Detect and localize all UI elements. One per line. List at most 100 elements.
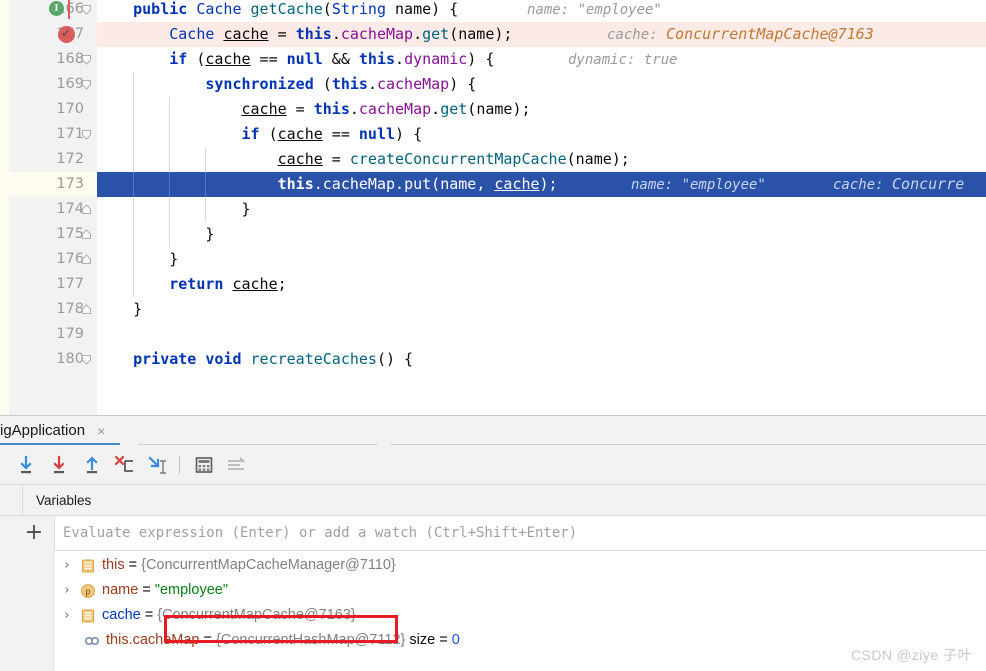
- fold-end-icon[interactable]: [80, 228, 93, 241]
- code-line-178[interactable]: 178 }: [0, 297, 986, 322]
- code-token: .: [313, 175, 323, 193]
- code-line-176[interactable]: 176 }: [0, 247, 986, 272]
- code-token: public: [133, 0, 197, 18]
- code-token: getCache: [250, 0, 323, 18]
- code-line-168[interactable]: 168 if (cache == null && this.dynamic) {…: [0, 47, 986, 72]
- fold-collapse-icon[interactable]: [80, 353, 93, 366]
- code-line-166[interactable]: 166 I public Cache getCache(String name) …: [0, 0, 986, 22]
- code-token: ) {: [467, 50, 495, 68]
- caret: [68, 0, 70, 19]
- variable-name: cache: [102, 607, 141, 623]
- code-text: cache = createConcurrentMapCache(name);: [97, 147, 630, 172]
- code-token: cacheMap: [358, 100, 432, 118]
- run-to-cursor-button[interactable]: [145, 453, 169, 477]
- code-line-171[interactable]: 171 if (cache == null) {: [0, 122, 986, 147]
- code-token: String: [331, 0, 396, 18]
- inline-hint-value: ConcurrentMapCache@7163: [666, 25, 874, 43]
- debug-session-tab[interactable]: igApplication ×: [0, 416, 120, 445]
- variable-row[interactable]: › p name = "employee": [54, 578, 986, 603]
- line-number: 177: [56, 276, 84, 292]
- close-icon[interactable]: ×: [97, 417, 105, 446]
- step-into-button[interactable]: [47, 453, 71, 477]
- code-token: name: [575, 150, 612, 168]
- code-line-172[interactable]: 172 cache = createConcurrentMapCache(nam…: [0, 147, 986, 172]
- code-text: if (cache == null && this.dynamic) {: [97, 47, 494, 72]
- code-text: }: [97, 247, 178, 272]
- code-token: (: [322, 75, 332, 93]
- fold-collapse-icon[interactable]: [80, 128, 93, 141]
- code-line-173[interactable]: 173 this.cacheMap.put(name, cache); name:…: [0, 172, 986, 197]
- variables-header: Variables: [0, 485, 986, 516]
- variable-text: this.cacheMap = {ConcurrentHashMap@7112}…: [106, 628, 460, 653]
- evaluate-expression-input[interactable]: Evaluate expression (Enter) or add a wat…: [54, 516, 986, 551]
- toolbar-separator: [179, 456, 180, 474]
- code-line-180[interactable]: 180 private void recreateCaches() {: [0, 347, 986, 372]
- variables-tree[interactable]: › this = {ConcurrentMapCacheManager@7110}…: [0, 551, 986, 671]
- variable-value: {ConcurrentHashMap@7112}: [216, 632, 406, 648]
- code-token: if: [169, 50, 197, 68]
- code-token: return: [169, 275, 233, 293]
- code-line-179[interactable]: 179: [0, 322, 986, 347]
- add-watch-button[interactable]: +: [22, 522, 46, 546]
- breakpoint-icon[interactable]: ✓: [58, 26, 75, 43]
- step-over-button[interactable]: [14, 453, 38, 477]
- evaluate-row: + Evaluate expression (Enter) or add a w…: [0, 516, 986, 551]
- edge-cell: [0, 97, 9, 122]
- debug-session-tab-label: igApplication: [0, 422, 86, 439]
- object-icon: [80, 608, 96, 624]
- code-token: (: [431, 175, 441, 193]
- variable-text: cache = {ConcurrentMapCache@7163}: [102, 603, 356, 628]
- variables-title: Variables: [36, 493, 92, 508]
- fold-end-icon[interactable]: [80, 203, 93, 216]
- evaluate-expression-button[interactable]: [192, 453, 216, 477]
- code-line-167[interactable]: 167✓ Cache cache = this.cacheMap.get(nam…: [0, 22, 986, 47]
- variable-name: name: [102, 582, 139, 598]
- code-line-177[interactable]: 177 return cache;: [0, 272, 986, 297]
- variable-text: name = "employee": [102, 578, 228, 603]
- variable-row[interactable]: this.cacheMap = {ConcurrentHashMap@7112}…: [54, 628, 986, 653]
- implementation-marker-icon[interactable]: I: [49, 1, 64, 16]
- fold-collapse-icon[interactable]: [80, 78, 93, 91]
- force-step-into-button[interactable]: [112, 453, 136, 477]
- code-token: put: [404, 175, 432, 193]
- code-line-174[interactable]: 174 }: [0, 197, 986, 222]
- code-text: }: [97, 197, 251, 222]
- variable-row[interactable]: › cache = {ConcurrentMapCache@7163}: [54, 603, 986, 628]
- expand-arrow-icon[interactable]: ›: [60, 553, 74, 578]
- variables-tree-gutter: [0, 551, 54, 671]
- code-editor[interactable]: 166 I public Cache getCache(String name) …: [0, 0, 986, 415]
- fold-end-icon[interactable]: [80, 303, 93, 316]
- inline-hint-label: cache:: [607, 27, 667, 43]
- expand-arrow-icon[interactable]: ›: [60, 578, 74, 603]
- code-text: this.cacheMap.put(name, cache);: [97, 172, 558, 197]
- fold-collapse-icon[interactable]: [80, 53, 93, 66]
- expand-arrow-icon[interactable]: ›: [60, 603, 74, 628]
- code-token: cache: [223, 25, 269, 43]
- code-token: recreateCaches: [250, 350, 377, 368]
- code-token: ;: [277, 275, 287, 293]
- code-token: cache: [277, 125, 323, 143]
- mute-breakpoints-button[interactable]: [224, 453, 248, 477]
- code-token: dynamic: [404, 50, 468, 68]
- code-line-170[interactable]: 170 cache = this.cacheMap.get(name);: [0, 97, 986, 122]
- fold-end-icon[interactable]: [80, 253, 93, 266]
- code-token: get: [422, 25, 450, 43]
- step-out-button[interactable]: [80, 453, 104, 477]
- code-token: .: [331, 25, 341, 43]
- debug-tool-window: igApplication × Variables + Evaluate exp…: [0, 415, 986, 671]
- fold-collapse-icon[interactable]: [80, 3, 93, 16]
- code-line-175[interactable]: 175 }: [0, 222, 986, 247]
- code-token: private: [133, 350, 206, 368]
- variable-row[interactable]: › this = {ConcurrentMapCacheManager@7110}: [54, 553, 986, 578]
- line-number: 173: [56, 176, 84, 192]
- variable-extra-value: 0: [451, 632, 460, 648]
- variable-equals: =: [124, 557, 142, 573]
- code-token: cache: [494, 175, 540, 193]
- code-line-169[interactable]: 169 synchronized (this.cacheMap) {: [0, 72, 986, 97]
- svg-text:p: p: [85, 587, 90, 597]
- code-token: }: [133, 300, 143, 318]
